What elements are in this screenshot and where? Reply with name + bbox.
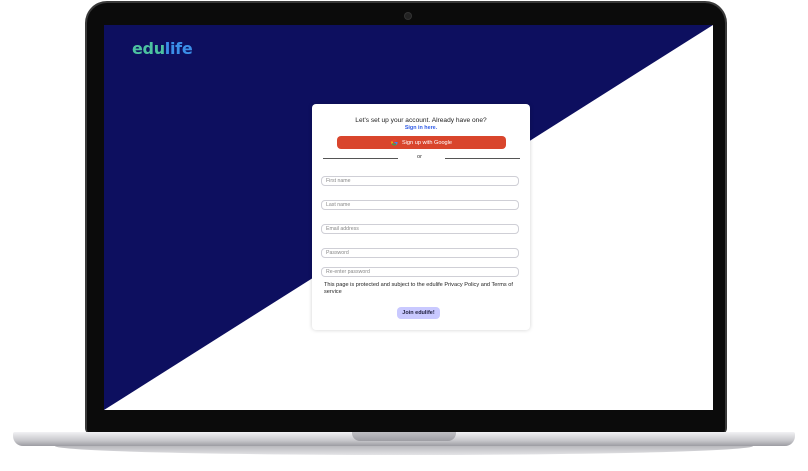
or-divider: or bbox=[323, 154, 520, 162]
google-signup-button[interactable]: Sign up with Google bbox=[337, 136, 506, 149]
laptop-notch bbox=[352, 432, 456, 441]
signin-link[interactable]: Sign in here. bbox=[312, 125, 530, 131]
divider-text: or bbox=[417, 154, 422, 160]
signup-heading: Let's set up your account. Already have … bbox=[355, 117, 487, 124]
edulife-logo[interactable]: edulife bbox=[132, 39, 193, 58]
reenter-password-input[interactable] bbox=[321, 267, 519, 277]
google-button-label: Sign up with Google bbox=[401, 139, 453, 146]
laptop-screen: edulife Let's set up your account. Alrea… bbox=[104, 25, 713, 410]
logo-part-edu: edu bbox=[132, 39, 165, 58]
laptop-base-shadow bbox=[55, 446, 753, 455]
last-name-input[interactable] bbox=[321, 200, 519, 210]
google-icon bbox=[391, 139, 398, 146]
email-input[interactable] bbox=[321, 224, 519, 234]
first-name-input[interactable] bbox=[321, 176, 519, 186]
logo-part-life: life bbox=[164, 39, 193, 58]
password-input[interactable] bbox=[321, 248, 519, 258]
signup-card: Let's set up your account. Already have … bbox=[312, 104, 530, 330]
divider-line-right bbox=[445, 158, 520, 159]
camera-icon bbox=[405, 13, 411, 19]
join-button[interactable]: Join edulife! bbox=[397, 307, 440, 319]
privacy-notice: This page is protected and subject to th… bbox=[324, 282, 513, 296]
divider-line-left bbox=[323, 158, 398, 159]
